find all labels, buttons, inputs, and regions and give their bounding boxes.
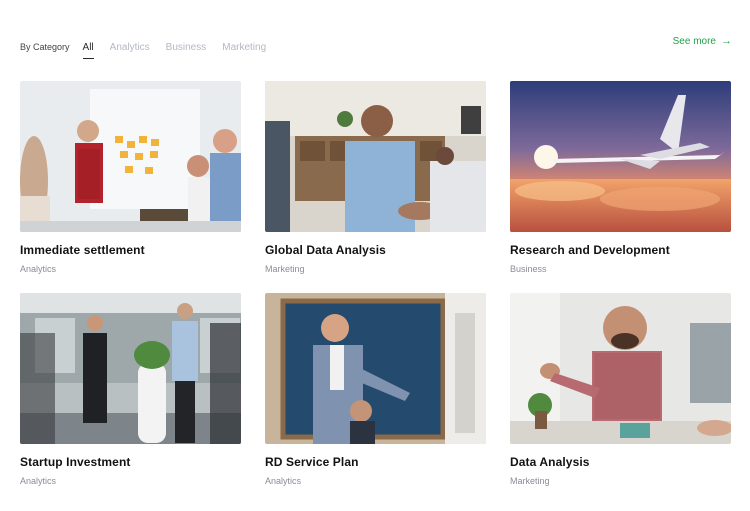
tab-all[interactable]: All [82,42,94,59]
card-category: Marketing [265,264,305,274]
tab-marketing[interactable]: Marketing [222,42,266,53]
see-more-link[interactable]: See more → [673,35,732,47]
card-grid: Immediate settlement Analytics Global Da… [20,81,732,505]
card-category: Marketing [510,476,550,486]
card-title: Research and Development [510,243,670,257]
card-global-data-analysis[interactable]: Global Data Analysis Marketing [265,81,486,293]
office-team-standing-photo [20,293,241,444]
card-title: Data Analysis [510,455,590,469]
team-vr-headsets-photo [20,81,241,232]
card-startup-investment[interactable]: Startup Investment Analytics [20,293,241,505]
card-category: Business [510,264,547,274]
card-immediate-settlement[interactable]: Immediate settlement Analytics [20,81,241,293]
card-title: RD Service Plan [265,455,359,469]
card-category: Analytics [265,476,302,486]
card-title: Immediate settlement [20,243,145,257]
card-category: Analytics [20,264,57,274]
airplane-sunset-photo [510,81,731,232]
card-title: Startup Investment [20,455,131,469]
smiling-man-desk-photo [510,293,731,444]
filter-label: By Category [20,42,70,52]
see-more-label: See more [672,35,716,47]
tab-analytics[interactable]: Analytics [110,42,150,53]
card-rd-service-plan[interactable]: RD Service Plan Analytics [265,293,486,505]
card-title: Global Data Analysis [265,243,386,257]
arrow-right-icon: → [721,35,732,47]
chalkboard-presentation-photo [265,293,486,444]
card-research-and-development[interactable]: Research and Development Business [510,81,731,293]
card-data-analysis[interactable]: Data Analysis Marketing [510,293,731,505]
category-filter-bar: By Category All Analytics Business Marke… [20,37,282,59]
tab-business[interactable]: Business [166,42,207,53]
handshake-meeting-photo [265,81,486,232]
card-category: Analytics [20,476,57,486]
